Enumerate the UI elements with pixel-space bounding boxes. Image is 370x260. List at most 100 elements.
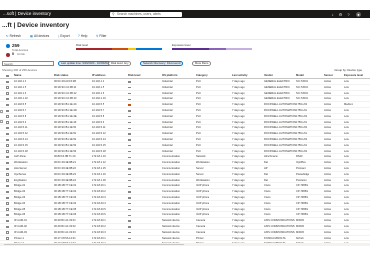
bar-segment: [208, 48, 227, 50]
risk-level-indicator: [128, 110, 132, 112]
screen: ...soft | Device inventory ⚲ Search mach…: [0, 0, 370, 260]
risk-level-indicator: [128, 81, 132, 83]
row-checkbox[interactable]: [6, 196, 9, 200]
risk-level-indicator: [128, 127, 132, 129]
risk-level-indicator: [128, 98, 132, 100]
risk-level-indicator: [128, 173, 132, 176]
row-checkbox[interactable]: [6, 138, 9, 142]
app-title: ...soft | Device inventory: [3, 11, 51, 16]
row-checkbox[interactable]: [6, 213, 9, 217]
row-checkbox[interactable]: [6, 190, 9, 194]
row-checkbox[interactable]: [6, 231, 9, 234]
column-header-exposure-level[interactable]: Exposure level: [344, 74, 363, 78]
filter-button[interactable]: ⚲Filter: [96, 34, 106, 39]
column-header-os-platform[interactable]: OS platform: [162, 74, 177, 78]
column-header-sensor[interactable]: Sensor: [324, 74, 333, 78]
row-checkbox[interactable]: [6, 103, 9, 107]
risk-level-indicator: [128, 150, 132, 153]
row-checkbox[interactable]: [6, 97, 9, 101]
device-table: Name Risk status IP address Risk level O…: [0, 73, 370, 243]
column-header-name[interactable]: Name: [14, 74, 21, 78]
row-checkbox[interactable]: [6, 144, 9, 147]
group-by-dropdown[interactable]: Group by: Device type: [334, 69, 362, 72]
all-devices-button[interactable]: ▦All devices: [30, 34, 49, 39]
risk-level-indicator: [128, 115, 132, 118]
side-panel-toggle[interactable]: [0, 110, 3, 113]
risk-level-indicator: [128, 185, 132, 187]
risk-level-indicator: [128, 86, 132, 89]
search-icon: ⚲: [112, 12, 115, 16]
filter-more[interactable]: More filters: [192, 61, 212, 66]
at-risk-icon: [6, 53, 10, 57]
filter-last-update[interactable]: Last update time: 9/29/2020 - 10/29/2020: [58, 61, 114, 66]
column-header-last-activity[interactable]: Last activity: [232, 74, 248, 78]
horizontal-scrollbar[interactable]: [0, 243, 370, 246]
risk-level-indicator: [128, 226, 132, 228]
bell-icon[interactable]: ♪: [330, 12, 335, 17]
row-checkbox[interactable]: [6, 132, 9, 136]
refresh-icon: ↻: [6, 34, 9, 38]
device-search-input[interactable]: Search: [2, 61, 54, 66]
grid-icon: ▦: [30, 34, 34, 38]
row-checkbox[interactable]: [6, 92, 9, 95]
row-checkbox[interactable]: [6, 86, 9, 89]
refresh-button[interactable]: ↻Refresh: [6, 34, 21, 39]
column-header-ip-address[interactable]: IP address: [92, 74, 106, 78]
filter-risk-level[interactable]: Risk level: Any: [108, 61, 132, 66]
row-checkbox[interactable]: [6, 115, 9, 118]
bar-segment: [136, 48, 162, 50]
bar-segment: [76, 48, 113, 50]
global-search-input[interactable]: ⚲ Search machines, users, alerts: [110, 11, 182, 17]
risk-level-bar[interactable]: [76, 48, 162, 50]
row-checkbox[interactable]: [6, 155, 9, 159]
column-header-model[interactable]: Model: [296, 74, 304, 78]
row-checkbox[interactable]: [6, 237, 9, 240]
row-checkbox[interactable]: [6, 219, 9, 223]
risk-level-indicator: [128, 133, 132, 135]
row-checkbox[interactable]: [6, 161, 9, 165]
export-button[interactable]: ⤓Export: [58, 34, 70, 39]
side-panel-toggle[interactable]: [0, 120, 3, 123]
row-checkbox[interactable]: [6, 150, 9, 153]
column-header-risk-level[interactable]: Risk level: [128, 74, 140, 78]
command-bar: ↻Refresh ▦All devices ⤓Export ?Help ⚲Fil…: [0, 33, 370, 40]
column-header-vendor[interactable]: Vendor: [264, 74, 273, 78]
risk-level-indicator: [128, 92, 132, 95]
total-devices-icon: [6, 44, 10, 48]
row-checkbox[interactable]: [6, 167, 9, 171]
risk-level-indicator: [128, 191, 132, 193]
risk-level-indicator: [128, 202, 132, 205]
user-icon[interactable]: ●: [356, 11, 361, 17]
risk-level-indicator: [128, 179, 132, 182]
exposure-level-bar[interactable]: [172, 48, 252, 50]
page-title: ...ft | Device inventory: [2, 22, 70, 29]
risk-level-indicator: [128, 208, 132, 211]
filter-network-discovery[interactable]: Network Discovery: Discovered: [140, 61, 184, 66]
risk-level-indicator: [128, 214, 132, 216]
row-checkbox[interactable]: [6, 173, 9, 176]
risk-level-indicator: [128, 231, 132, 234]
row-checkbox[interactable]: [6, 184, 9, 188]
row-checkbox[interactable]: [6, 202, 9, 205]
bar-segment: [226, 48, 252, 50]
help-icon[interactable]: ?: [346, 12, 351, 17]
risk-level-indicator: [128, 144, 132, 147]
row-checkbox[interactable]: [6, 109, 9, 113]
risk-level-indicator: [128, 168, 132, 170]
column-header-category[interactable]: Category: [196, 74, 208, 78]
bar-segment: [127, 48, 137, 50]
help-button[interactable]: ?Help: [78, 34, 87, 39]
scrollbar-thumb[interactable]: [4, 243, 184, 246]
column-header-risk-status[interactable]: Risk status: [54, 74, 68, 78]
select-all-checkbox[interactable]: [6, 74, 9, 77]
row-checkbox[interactable]: [6, 208, 9, 211]
row-checkbox[interactable]: [6, 121, 9, 124]
row-checkbox[interactable]: [6, 225, 9, 229]
row-checkbox[interactable]: [6, 80, 9, 84]
row-checkbox[interactable]: [6, 126, 9, 130]
at-risk-count: 0: [12, 52, 15, 56]
gear-icon[interactable]: ⚙: [338, 12, 343, 17]
risk-level-indicator: [128, 139, 132, 141]
row-checkbox[interactable]: [6, 179, 9, 182]
filter-icon: ⚲: [96, 34, 99, 38]
